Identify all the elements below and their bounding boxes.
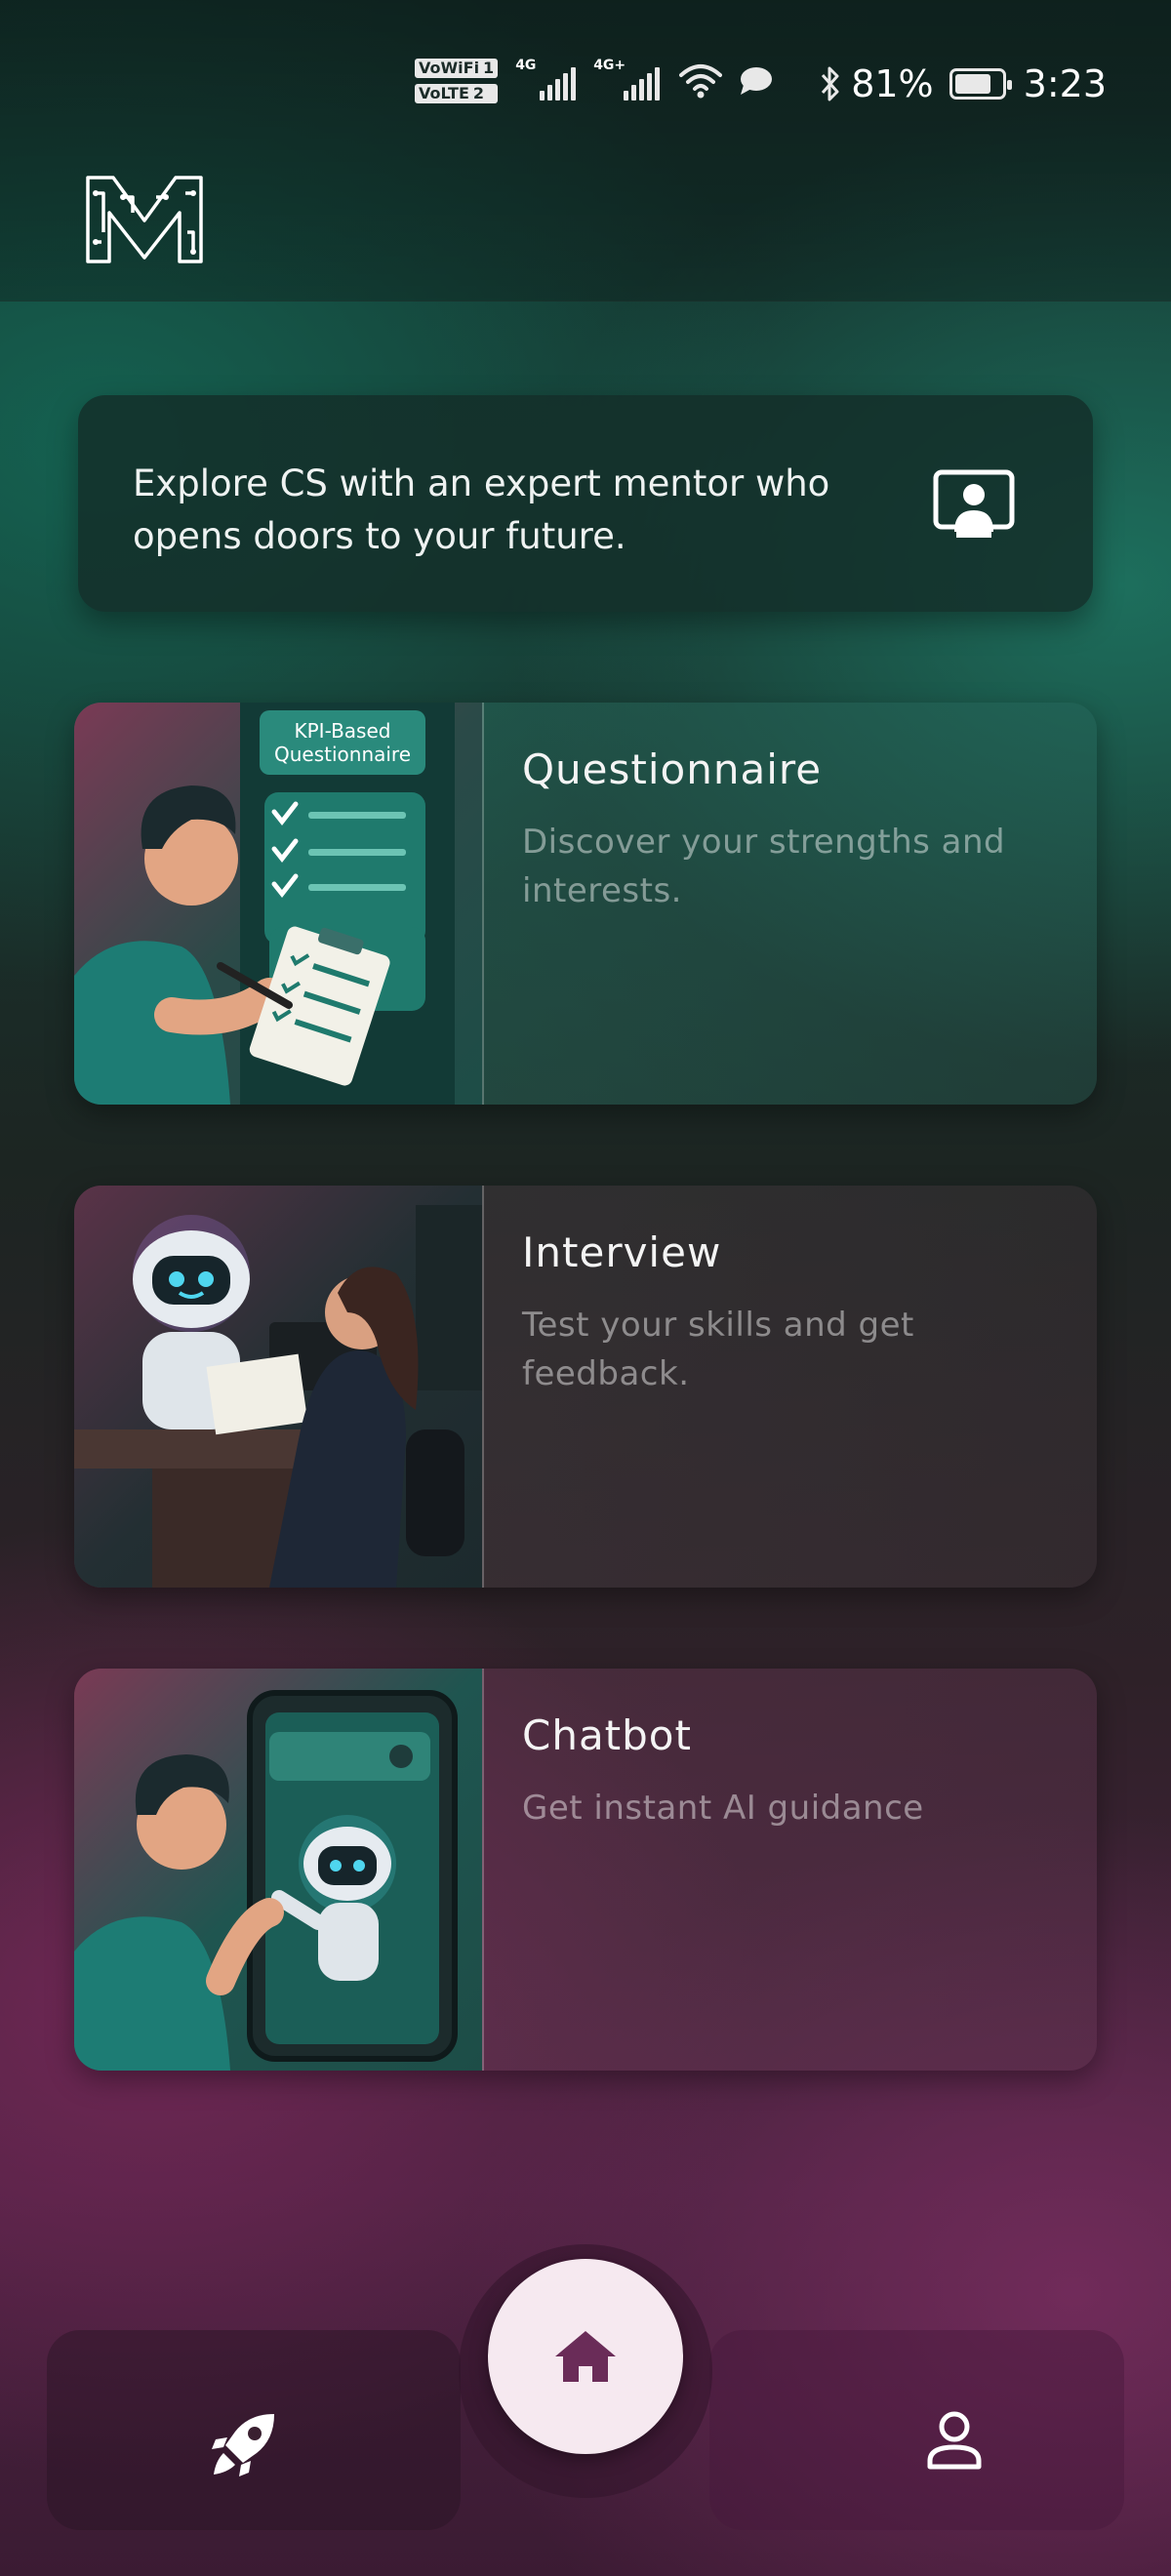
battery-percent: 81% [851, 62, 934, 105]
card-title: Interview [522, 1228, 722, 1276]
status-left: VoWiFi 1 VoLTE 2 4G 4G+ [415, 58, 773, 103]
wifi-icon [679, 64, 723, 99]
battery-saver-icon [949, 68, 1012, 100]
bluetooth-icon [822, 66, 839, 101]
interview-card[interactable]: Interview Test your skills and get feedb… [74, 1186, 1097, 1588]
home-icon [555, 2331, 616, 2382]
mentor-screen-icon [933, 469, 1015, 538]
chatbot-card[interactable]: Chatbot Get instant AI guidance [74, 1669, 1097, 2071]
card-description: Test your skills and get feedback. [522, 1306, 914, 1393]
card-description: Get instant AI guidance [522, 1789, 924, 1828]
profile-icon[interactable] [925, 2410, 984, 2471]
intro-text: Explore CS with an expert mentor who ope… [133, 463, 830, 557]
home-button[interactable] [488, 2259, 683, 2454]
circuit-m-logo[interactable] [84, 174, 205, 265]
interview-illustration [74, 1186, 484, 1588]
volte-badge: VoLTE 2 [415, 84, 499, 103]
vowifi-badge: VoWiFi 1 [415, 59, 499, 78]
intro-card: Explore CS with an expert mentor who ope… [78, 395, 1093, 612]
status-bar: VoWiFi 1 VoLTE 2 4G 4G+ 81% 3:23 [0, 0, 1171, 171]
svg-text:KPI-Based: KPI-Based [295, 719, 391, 743]
signal-icon: 4G+ [593, 58, 661, 101]
card-title: Questionnaire [522, 745, 823, 793]
clock: 3:23 [1023, 62, 1107, 105]
chatbot-illustration [74, 1669, 484, 2071]
rocket-icon[interactable] [210, 2410, 278, 2478]
svg-text:Questionnaire: Questionnaire [274, 743, 411, 766]
card-description: Discover your strengths and interests. [522, 823, 1006, 910]
status-right: 81% 3:23 [820, 62, 1107, 105]
card-title: Chatbot [522, 1711, 692, 1759]
bottom-nav-right [709, 2330, 1124, 2530]
message-icon [741, 67, 773, 95]
signal-icon: 4G [515, 58, 577, 101]
questionnaire-card[interactable]: KPI-Based Questionnaire Questionnaire Di… [74, 703, 1097, 1105]
questionnaire-illustration: KPI-Based Questionnaire [74, 703, 484, 1105]
